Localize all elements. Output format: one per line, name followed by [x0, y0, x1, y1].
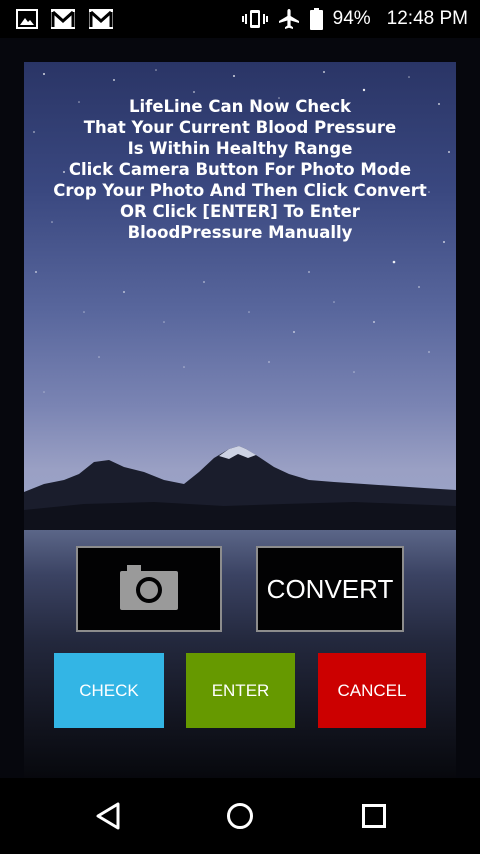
instruction-line: LifeLine Can Now Check [128, 97, 352, 116]
notification-icons [16, 8, 114, 30]
airplane-mode-icon [278, 8, 300, 30]
image-icon [16, 9, 38, 29]
recents-icon [360, 802, 388, 835]
battery-icon [309, 8, 323, 30]
instruction-line: BloodPressure Manually [127, 223, 353, 242]
clock: 12:48 PM [386, 8, 468, 29]
gmail-icon [50, 8, 76, 30]
home-icon [225, 801, 255, 836]
status-bar: 94% 12:48 PM [0, 0, 480, 38]
recents-button[interactable] [354, 798, 394, 838]
instruction-line: OR Click [ENTER] To Enter [120, 202, 360, 221]
instruction-line: Crop Your Photo And Then Click Convert [53, 181, 427, 200]
camera-icon [119, 563, 179, 616]
instruction-line: That Your Current Blood Pressure [83, 118, 397, 137]
convert-button[interactable]: CONVERT [256, 546, 404, 632]
system-status: 94% 12:48 PM [241, 6, 468, 32]
battery-percent: 94% [332, 8, 371, 29]
instruction-line: Click Camera Button For Photo Mode [68, 160, 412, 179]
home-button[interactable] [220, 798, 260, 838]
gmail-icon [88, 8, 114, 30]
enter-button[interactable]: ENTER [186, 653, 295, 728]
cancel-button[interactable]: CANCEL [318, 653, 426, 728]
camera-button[interactable] [76, 546, 222, 632]
navigation-bar [0, 778, 480, 854]
back-icon [94, 801, 122, 836]
check-button[interactable]: CHECK [54, 653, 164, 728]
instructions-text: LifeLine Can Now Check That Your Current… [24, 96, 456, 243]
vibrate-icon [241, 8, 268, 30]
instruction-line: Is Within Healthy Range [127, 139, 353, 158]
back-button[interactable] [88, 798, 128, 838]
